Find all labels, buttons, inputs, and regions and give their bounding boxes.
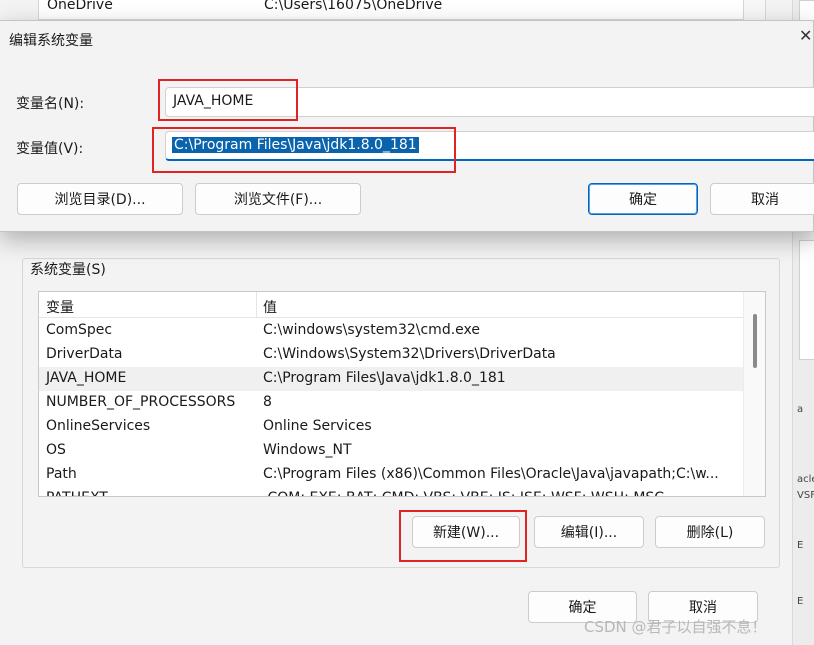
table-row[interactable]: OneDrive C:\Users\16075\OneDrive bbox=[47, 0, 737, 17]
variable-value-label: 变量值(V): bbox=[16, 141, 84, 157]
var-value: C:\Users\16075\OneDrive bbox=[264, 0, 443, 13]
list-scrollbar[interactable] bbox=[743, 292, 765, 496]
variable-name-label: 变量名(N): bbox=[16, 96, 85, 112]
edge-text: E bbox=[797, 540, 804, 551]
column-header-name[interactable]: 变量 bbox=[46, 297, 74, 317]
edge-text: a bbox=[797, 404, 804, 415]
list-rows: ComSpec C:\windows\system32\cmd.exe Driver… bbox=[39, 319, 745, 496]
var-value: C:\Program Files (x86)\Common Files\Orac… bbox=[263, 466, 719, 482]
user-vars-list: OneDrive C:\Users\16075\OneDrive bbox=[38, 0, 744, 20]
delete-variable-button[interactable]: 删除(L) bbox=[655, 516, 765, 548]
var-name: OS bbox=[46, 442, 66, 458]
system-vars-label: 系统变量(S) bbox=[30, 262, 106, 278]
browse-file-button[interactable]: 浏览文件(F)... bbox=[195, 183, 361, 215]
var-name: JAVA_HOME bbox=[46, 370, 127, 386]
table-row[interactable]: NUMBER_OF_PROCESSORS 8 bbox=[39, 391, 745, 415]
list-header: 变量 值 bbox=[39, 292, 745, 318]
edge-text: E bbox=[797, 596, 804, 607]
dialog-ok-button[interactable]: 确定 bbox=[588, 183, 698, 215]
table-row[interactable]: JAVA_HOME C:\Program Files\Java\jdk1.8.0_… bbox=[39, 367, 745, 391]
edit-system-variable-dialog: 编辑系统变量 ✕ 变量名(N): JAVA_HOME 变量值(V): C:\Pr… bbox=[0, 20, 814, 232]
column-header-value[interactable]: 值 bbox=[263, 297, 277, 317]
new-variable-button[interactable]: 新建(W)... bbox=[412, 516, 520, 548]
var-value: C:\Program Files\Java\jdk1.8.0_181 bbox=[263, 370, 506, 386]
variable-name-input[interactable]: JAVA_HOME bbox=[165, 87, 814, 117]
var-name: OneDrive bbox=[47, 0, 113, 13]
variable-value-selected-text: C:\Program Files\Java\jdk1.8.0_181 bbox=[172, 137, 419, 153]
system-vars-list[interactable]: 变量 值 ComSpec C:\windows\system32\cmd.exe D… bbox=[38, 291, 766, 497]
var-value: Windows_NT bbox=[263, 442, 352, 458]
var-value: .COM;.EXE;.BAT;.CMD;.VBS;.VBE;.JS;.JSE;.… bbox=[263, 490, 664, 496]
var-name: Path bbox=[46, 466, 77, 482]
edge-panel bbox=[799, 240, 814, 360]
table-row[interactable]: Path C:\Program Files (x86)\Common Files\… bbox=[39, 463, 745, 487]
scrollbar-thumb[interactable] bbox=[753, 314, 757, 368]
var-value: C:\Windows\System32\Drivers\DriverData bbox=[263, 346, 556, 362]
edit-variable-button[interactable]: 编辑(I)... bbox=[534, 516, 644, 548]
var-value: 8 bbox=[263, 394, 272, 410]
dialog-title: 编辑系统变量 bbox=[9, 33, 93, 49]
edge-text: VSF; bbox=[797, 490, 814, 501]
dialog-cancel-button[interactable]: 取消 bbox=[710, 183, 814, 215]
edge-text: acle\ bbox=[797, 474, 814, 485]
table-row[interactable]: OS Windows_NT bbox=[39, 439, 745, 463]
variable-name-value: JAVA_HOME bbox=[173, 93, 254, 109]
table-row[interactable]: DriverData C:\Windows\System32\Drivers\Dr… bbox=[39, 343, 745, 367]
browse-directory-button[interactable]: 浏览目录(D)... bbox=[17, 183, 183, 215]
var-value: Online Services bbox=[263, 418, 372, 434]
variable-value-input[interactable]: C:\Program Files\Java\jdk1.8.0_181 bbox=[165, 131, 814, 161]
user-vars-scrollbar[interactable] bbox=[744, 0, 766, 20]
var-name: NUMBER_OF_PROCESSORS bbox=[46, 394, 236, 410]
table-row[interactable]: ComSpec C:\windows\system32\cmd.exe bbox=[39, 319, 745, 343]
var-name: OnlineServices bbox=[46, 418, 151, 434]
table-row[interactable]: OnlineServices Online Services bbox=[39, 415, 745, 439]
column-divider[interactable] bbox=[256, 292, 257, 318]
var-name: PATHEXT bbox=[46, 490, 108, 496]
table-row[interactable]: PATHEXT .COM;.EXE;.BAT;.CMD;.VBS;.VBE;.JS… bbox=[39, 487, 745, 496]
var-name: ComSpec bbox=[46, 322, 113, 338]
var-name: DriverData bbox=[46, 346, 123, 362]
var-value: C:\windows\system32\cmd.exe bbox=[263, 322, 480, 338]
close-icon[interactable]: ✕ bbox=[799, 26, 813, 45]
watermark: CSDN @君子以自强不息！ bbox=[584, 618, 767, 636]
